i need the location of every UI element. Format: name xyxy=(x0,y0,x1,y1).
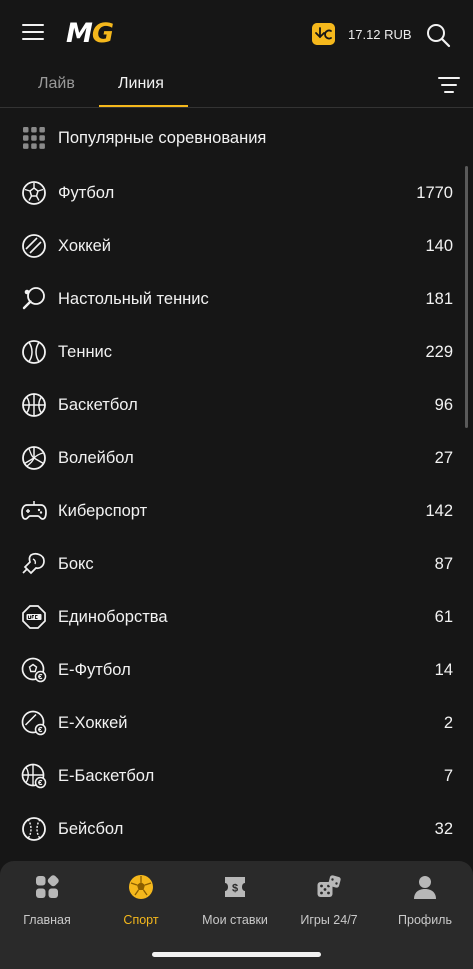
list-item-popular[interactable]: Популярные соревнования xyxy=(0,110,473,163)
list-item-boxing[interactable]: Бокс 87 xyxy=(0,536,473,589)
nav-label: Игры 24/7 xyxy=(300,913,358,927)
volleyball-icon xyxy=(22,446,46,470)
list-item-e-football[interactable]: E-Футбол 14 xyxy=(0,642,473,695)
table-tennis-icon xyxy=(22,287,45,310)
event-count: 1770 xyxy=(416,184,453,202)
home-grid-icon xyxy=(36,875,59,898)
nav-profile[interactable]: Профиль xyxy=(378,861,472,951)
nav-label: Мои ставки xyxy=(202,913,268,927)
sport-label: E-Хоккей xyxy=(58,714,128,732)
event-count: 181 xyxy=(425,290,453,308)
menu-button[interactable] xyxy=(22,24,46,44)
nav-my-bets[interactable]: $ Мои ставки xyxy=(188,861,282,951)
list-item-martial-arts[interactable]: Единоборства 61 xyxy=(0,589,473,642)
nav-home[interactable]: Главная xyxy=(0,861,94,951)
basketball-icon xyxy=(22,393,46,417)
nav-label: Спорт xyxy=(123,913,159,927)
sport-label: Настольный теннис xyxy=(58,290,209,308)
event-count: 14 xyxy=(434,661,453,679)
sport-label: Бейсбол xyxy=(58,820,124,838)
sport-label: Теннис xyxy=(58,343,113,361)
event-count: 27 xyxy=(434,449,453,467)
tab-line[interactable]: Линия xyxy=(118,75,164,93)
hamburger-line xyxy=(22,38,44,40)
list-item-esports[interactable]: Киберспорт 142 xyxy=(0,483,473,536)
svg-text:$: $ xyxy=(232,883,238,895)
filter-line xyxy=(441,84,457,86)
hamburger-line xyxy=(22,24,44,26)
header: MG 17.12 RUB xyxy=(0,0,473,70)
event-count: 2 xyxy=(443,714,453,732)
tennis-ball-icon xyxy=(22,340,46,364)
baseball-icon xyxy=(22,817,46,841)
gamepad-icon xyxy=(21,501,47,520)
sport-label: Волейбол xyxy=(58,449,134,467)
event-count: 32 xyxy=(434,820,453,838)
logo-letter-g: G xyxy=(91,18,114,49)
logo[interactable]: MG xyxy=(66,18,114,49)
list-item-football[interactable]: Футбол 1770 xyxy=(0,165,473,218)
list-item-tennis[interactable]: Теннис 229 xyxy=(0,324,473,377)
event-count: 229 xyxy=(425,343,453,361)
nav-sport[interactable]: Спорт xyxy=(94,861,188,951)
sport-label: Бокс xyxy=(58,555,94,573)
dice-icon xyxy=(317,875,341,897)
sport-label: Единоборства xyxy=(58,608,168,626)
hockey-puck-icon xyxy=(22,234,46,258)
boxing-glove-icon xyxy=(22,552,45,575)
nav-label: Профиль xyxy=(398,913,452,927)
event-count: 140 xyxy=(425,237,453,255)
sport-label: Хоккей xyxy=(58,237,112,255)
balance-amount[interactable]: 17.12 RUB xyxy=(348,27,412,42)
sport-label: Киберспорт xyxy=(58,502,148,520)
list-item-basketball[interactable]: Баскетбол 96 xyxy=(0,377,473,430)
sport-label: E-Баскетбол xyxy=(58,767,155,785)
e-basketball-icon xyxy=(21,763,47,789)
event-count: 87 xyxy=(434,555,453,573)
list-item-volleyball[interactable]: Волейбол 27 xyxy=(0,430,473,483)
home-indicator xyxy=(152,952,321,957)
sport-label: Баскетбол xyxy=(58,396,138,414)
event-count: 7 xyxy=(443,767,453,785)
hamburger-line xyxy=(22,31,44,33)
nav-label: Главная xyxy=(23,913,71,927)
user-icon xyxy=(414,876,436,899)
e-football-icon xyxy=(21,657,47,683)
search-icon[interactable] xyxy=(425,22,451,48)
ufc-icon xyxy=(22,605,46,629)
scrollbar[interactable] xyxy=(465,166,468,428)
sport-ball-icon xyxy=(129,875,153,899)
grid-icon xyxy=(23,127,45,149)
wallet-icon[interactable] xyxy=(312,23,335,45)
active-tab-indicator xyxy=(99,105,188,107)
filter-line xyxy=(444,91,454,93)
filter-line xyxy=(438,77,460,79)
filter-button[interactable] xyxy=(438,77,460,95)
tab-live[interactable]: Лайв xyxy=(38,75,75,93)
event-count: 142 xyxy=(425,502,453,520)
event-count: 96 xyxy=(434,396,453,414)
sport-label: E-Футбол xyxy=(58,661,131,679)
list-item-hockey[interactable]: Хоккей 140 xyxy=(0,218,473,271)
event-count: 61 xyxy=(434,608,453,626)
football-icon xyxy=(22,181,46,205)
sport-label: Популярные соревнования xyxy=(58,129,267,147)
list-item-e-basketball[interactable]: E-Баскетбол 7 xyxy=(0,748,473,801)
ticket-icon: $ xyxy=(225,877,245,897)
tab-bar: Лайв Линия xyxy=(0,70,473,108)
sport-label: Футбол xyxy=(58,184,115,202)
list-item-e-hockey[interactable]: E-Хоккей 2 xyxy=(0,695,473,748)
logo-letter-m: M xyxy=(66,18,93,49)
list-item-table-tennis[interactable]: Настольный теннис 181 xyxy=(0,271,473,324)
nav-games[interactable]: Игры 24/7 xyxy=(282,861,376,951)
e-hockey-icon xyxy=(21,710,47,736)
list-item-baseball[interactable]: Бейсбол 32 xyxy=(0,801,473,854)
